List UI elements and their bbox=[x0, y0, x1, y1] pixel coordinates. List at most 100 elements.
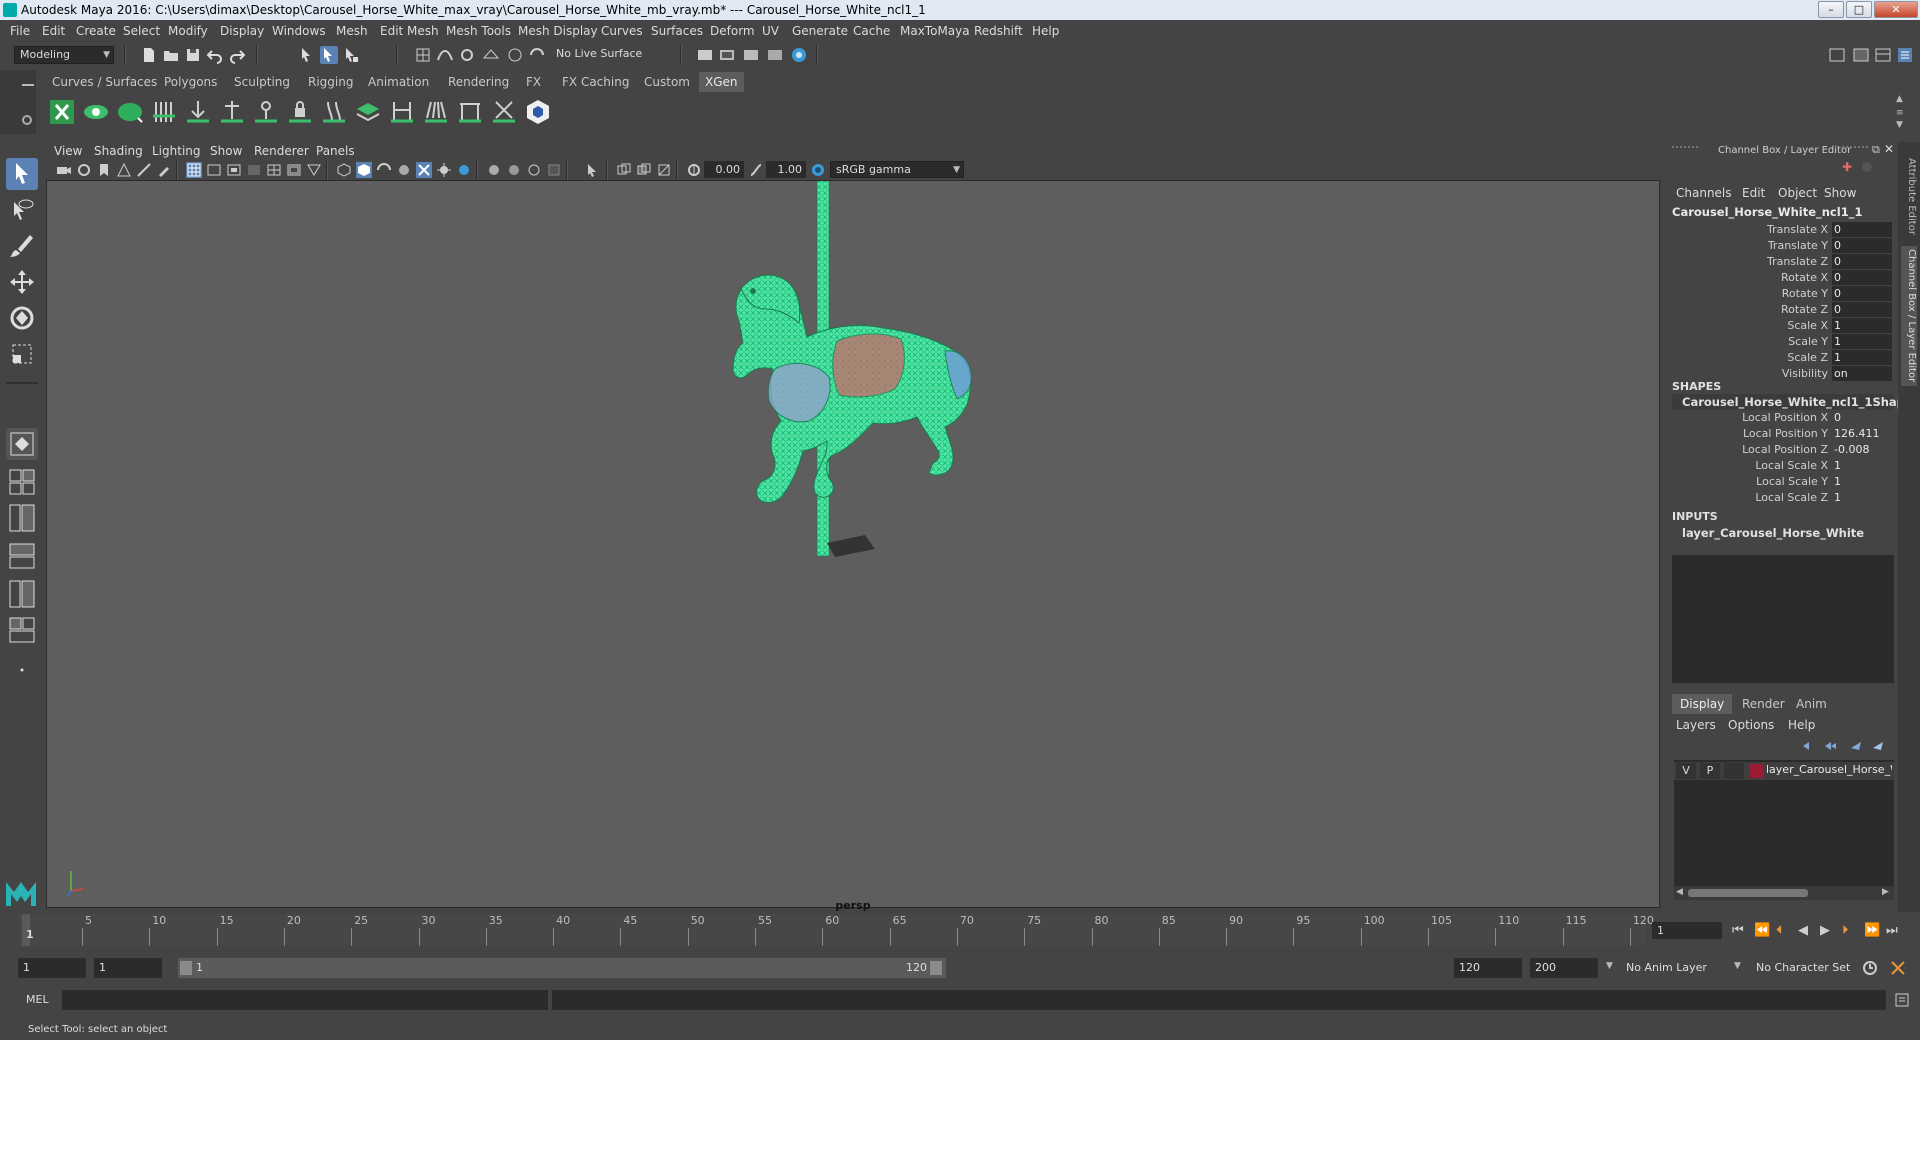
step-back-frame-icon[interactable]: ⏪ bbox=[1754, 923, 1770, 938]
undo-icon[interactable] bbox=[206, 46, 224, 64]
shelf-menu-icon[interactable]: ≡ bbox=[1896, 108, 1904, 118]
minimize-button[interactable]: – bbox=[1818, 1, 1844, 18]
menu-curves[interactable]: Curves bbox=[601, 24, 643, 38]
scroll-right-icon[interactable]: ▶ bbox=[1882, 887, 1889, 897]
menu-redshift[interactable]: Redshift bbox=[974, 24, 1023, 38]
channel-row[interactable]: Rotate X 0 bbox=[1672, 270, 1894, 286]
shelf-tab-custom[interactable]: Custom bbox=[638, 72, 696, 92]
safe-action-icon[interactable] bbox=[286, 162, 302, 178]
key-icon[interactable]: ✚ bbox=[1842, 160, 1852, 174]
isolate-select-icon[interactable] bbox=[584, 162, 600, 178]
exposure-field[interactable]: 0.00 bbox=[704, 161, 744, 178]
layers-menu[interactable]: Layers bbox=[1676, 718, 1716, 732]
save-scene-icon[interactable] bbox=[184, 46, 202, 64]
chevron-down-icon[interactable]: ▼ bbox=[1734, 961, 1741, 971]
layer-row[interactable]: V P layer_Carousel_Horse_W bbox=[1674, 762, 1894, 780]
xgen-guides-to-curves-icon[interactable] bbox=[320, 98, 348, 126]
shelf-tab-animation[interactable]: Animation bbox=[362, 72, 435, 92]
backface-culling-icon[interactable] bbox=[656, 162, 672, 178]
channel-row[interactable]: Rotate Y 0 bbox=[1672, 286, 1894, 302]
modeling-toolkit-icon[interactable] bbox=[1828, 46, 1846, 64]
channel-row[interactable]: Scale Y 1 bbox=[1672, 334, 1894, 350]
channel-row[interactable]: Scale X 1 bbox=[1672, 318, 1894, 334]
create-layer-from-selected-icon[interactable] bbox=[1870, 738, 1886, 754]
render-current-frame-icon[interactable] bbox=[696, 46, 714, 64]
layer-name[interactable]: layer_Carousel_Horse_W bbox=[1766, 763, 1892, 776]
menu-mesh-display[interactable]: Mesh Display bbox=[518, 24, 598, 38]
range-slider-end-handle[interactable] bbox=[930, 961, 942, 975]
channel-value[interactable]: 0 bbox=[1832, 270, 1892, 285]
live-surface-label[interactable]: No Live Surface bbox=[556, 47, 642, 60]
lasso-tool[interactable] bbox=[6, 194, 38, 226]
snap-point-icon[interactable] bbox=[458, 46, 476, 64]
input-node-name[interactable]: layer_Carousel_Horse_White bbox=[1682, 526, 1864, 540]
shape-channel-row[interactable]: Local Scale X 1 bbox=[1672, 458, 1894, 474]
channels-show-menu[interactable]: Show bbox=[1824, 186, 1856, 200]
layer-horizontal-scrollbar[interactable]: ◀ ▶ bbox=[1674, 886, 1894, 900]
channel-value[interactable]: 1 bbox=[1832, 490, 1892, 505]
menu-file[interactable]: File bbox=[10, 24, 30, 38]
shelf-scroll-up-icon[interactable]: ▲ bbox=[1896, 94, 1903, 104]
gate-mask-icon[interactable] bbox=[246, 162, 262, 178]
layout-single-pane[interactable] bbox=[6, 428, 38, 460]
safe-title-icon[interactable] bbox=[306, 162, 322, 178]
attribute-editor-toggle-icon[interactable] bbox=[1852, 46, 1870, 64]
redo-icon[interactable] bbox=[228, 46, 246, 64]
channel-value[interactable]: 0 bbox=[1832, 286, 1892, 301]
play-forwards-icon[interactable]: ▶ bbox=[1820, 923, 1830, 938]
channel-value[interactable]: 0 bbox=[1832, 302, 1892, 317]
script-editor-icon[interactable] bbox=[1894, 992, 1910, 1008]
viewport-menu-panels[interactable]: Panels bbox=[316, 144, 355, 158]
layer-options-menu[interactable]: Options bbox=[1728, 718, 1774, 732]
menu-edit[interactable]: Edit bbox=[42, 24, 65, 38]
step-forward-frame-icon[interactable]: ⏩ bbox=[1864, 923, 1880, 938]
range-slider-start-handle[interactable] bbox=[180, 961, 192, 975]
channel-value[interactable]: 0 bbox=[1832, 410, 1892, 425]
carousel-horse-model[interactable] bbox=[687, 181, 1007, 581]
layout-four-pane[interactable] bbox=[6, 466, 38, 498]
shelf-menu-icon[interactable] bbox=[22, 84, 34, 86]
go-to-start-icon[interactable]: ⏮ bbox=[1732, 923, 1744, 938]
shelf-tab-fx[interactable]: FX bbox=[520, 72, 547, 92]
xgen-add-guide-icon[interactable] bbox=[218, 98, 246, 126]
maximize-button[interactable]: □ bbox=[1846, 1, 1872, 18]
xgen-hex-icon[interactable] bbox=[524, 98, 552, 126]
anim-layer-dropdown[interactable]: No Anim Layer bbox=[1626, 961, 1707, 974]
channel-value[interactable]: -0.008 bbox=[1832, 442, 1892, 457]
range-end-field[interactable]: 120 bbox=[1454, 958, 1522, 978]
channel-value[interactable]: 126.411 bbox=[1832, 426, 1892, 441]
field-chart-icon[interactable] bbox=[266, 162, 282, 178]
layout-hypershade[interactable] bbox=[6, 614, 38, 646]
play-backwards-icon[interactable]: ◀ bbox=[1798, 923, 1808, 938]
render-settings-icon[interactable] bbox=[742, 46, 760, 64]
channel-value[interactable]: on bbox=[1832, 366, 1892, 381]
rotate-tool[interactable] bbox=[6, 302, 38, 334]
paint-select-tool[interactable] bbox=[6, 230, 38, 262]
hypershade-icon[interactable] bbox=[766, 46, 784, 64]
menu-edit-mesh[interactable]: Edit Mesh bbox=[380, 24, 439, 38]
tab-render[interactable]: Render bbox=[1734, 694, 1793, 714]
shelf-settings-icon[interactable] bbox=[22, 115, 32, 125]
menu-create[interactable]: Create bbox=[76, 24, 116, 38]
move-layer-up-icon[interactable] bbox=[1800, 738, 1816, 754]
smooth-shade-icon[interactable] bbox=[356, 162, 372, 178]
shelf-tab-fx-caching[interactable]: FX Caching bbox=[556, 72, 635, 92]
channel-row[interactable]: Translate Z 0 bbox=[1672, 254, 1894, 270]
xgen-cut-guides-icon[interactable] bbox=[456, 98, 484, 126]
menu-maxtomaya[interactable]: MaxToMaya bbox=[900, 24, 970, 38]
chevron-down-icon[interactable]: ▼ bbox=[1606, 961, 1613, 971]
step-back-key-icon[interactable]: ⏴ bbox=[1776, 923, 1783, 938]
viewport-menu-shading[interactable]: Shading bbox=[94, 144, 143, 158]
current-frame-field[interactable]: 1 bbox=[1652, 922, 1722, 939]
close-button[interactable]: ✕ bbox=[1874, 1, 1918, 18]
shelf-tab-rigging[interactable]: Rigging bbox=[302, 72, 359, 92]
shelf-scroll-down-icon[interactable]: ▼ bbox=[1896, 120, 1903, 130]
shape-channel-row[interactable]: Local Scale Y 1 bbox=[1672, 474, 1894, 490]
channel-value[interactable]: 0 bbox=[1832, 238, 1892, 253]
depth-of-field-icon[interactable] bbox=[546, 162, 562, 178]
scale-tool[interactable] bbox=[6, 338, 38, 370]
scroll-left-icon[interactable]: ◀ bbox=[1676, 887, 1683, 897]
go-to-end-icon[interactable]: ⏭ bbox=[1886, 923, 1898, 938]
character-set-dropdown[interactable]: No Character Set bbox=[1756, 961, 1850, 974]
shelf-tab-xgen[interactable]: XGen bbox=[699, 72, 744, 92]
